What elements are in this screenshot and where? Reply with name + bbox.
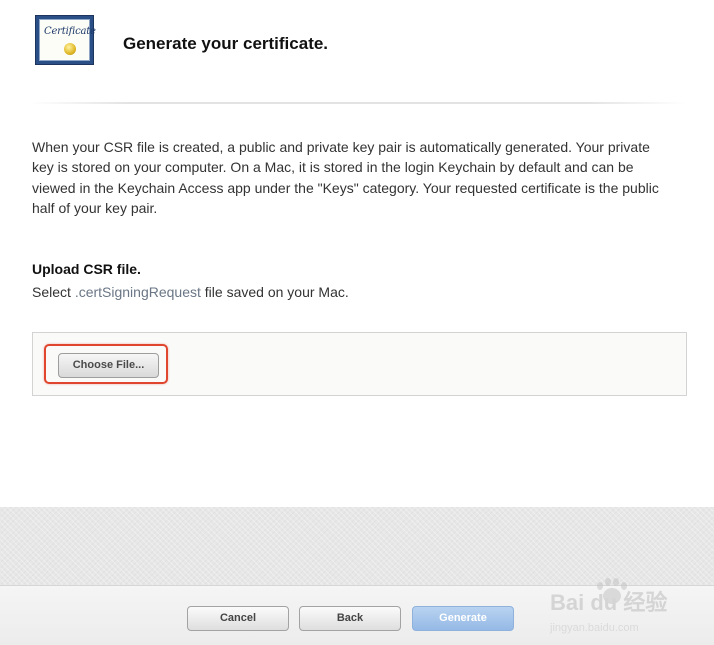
choose-file-button[interactable]: Choose File... xyxy=(58,353,159,378)
certificate-script-text: Certificate xyxy=(44,26,96,37)
back-button[interactable]: Back xyxy=(299,606,401,631)
upload-heading: Upload CSR file. xyxy=(32,261,141,277)
file-extension-text: .certSigningRequest xyxy=(74,284,201,300)
watermark-url: jingyan.baidu.com xyxy=(549,622,639,634)
generate-button[interactable]: Generate xyxy=(412,606,514,631)
instruction-prefix: Select xyxy=(32,284,75,300)
certificate-icon: Certificate xyxy=(35,15,96,65)
page: Certificate Generate your certificate. W… xyxy=(0,0,714,645)
instruction-suffix: file saved on your Mac. xyxy=(200,284,349,300)
header-divider xyxy=(30,102,686,104)
watermark-brand: Bai du 经验 xyxy=(550,590,667,615)
page-title: Generate your certificate. xyxy=(123,34,329,53)
baidu-watermark: Bai du 经验 jingyan.baidu.com xyxy=(549,578,667,634)
upload-instruction: Select .certSigningRequest file saved on… xyxy=(32,284,349,300)
footer-texture xyxy=(0,507,714,585)
cancel-button[interactable]: Cancel xyxy=(187,606,289,631)
description-text: When your CSR file is created, a public … xyxy=(32,139,659,216)
seal-icon xyxy=(64,43,76,55)
